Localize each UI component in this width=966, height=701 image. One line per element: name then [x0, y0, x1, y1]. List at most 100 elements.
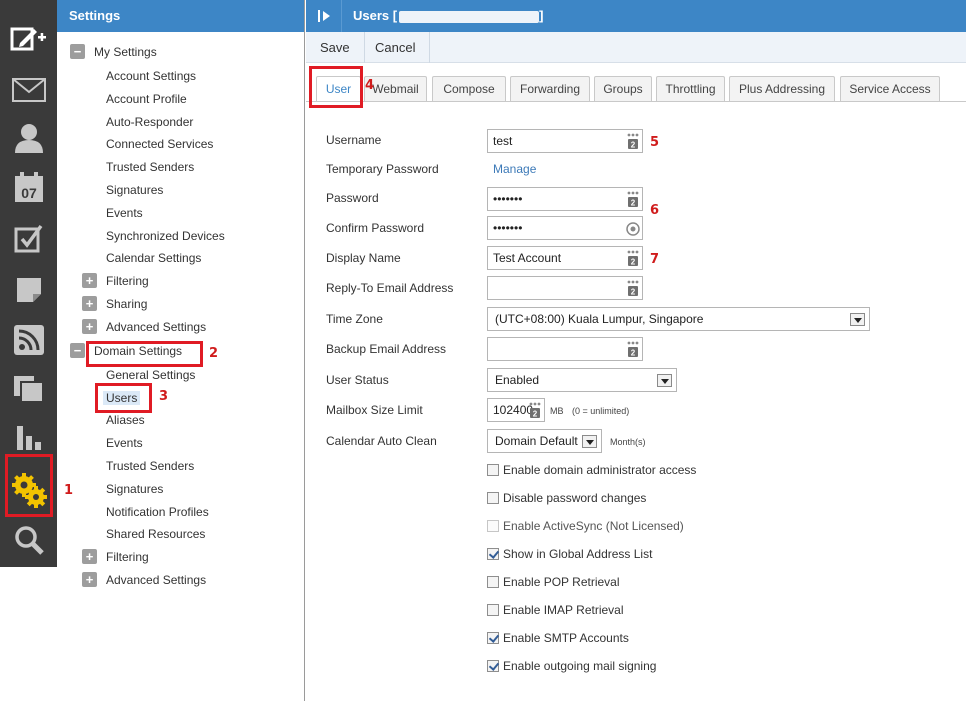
tree-node-my-settings[interactable]: − My Settings — [70, 42, 157, 62]
user-status-label: User Status — [326, 373, 389, 387]
checkbox-unchecked[interactable] — [487, 492, 499, 504]
checkbox-unchecked[interactable] — [487, 576, 499, 588]
collapse-panel-button[interactable] — [306, 0, 342, 32]
calendar-auto-clean-select[interactable]: Domain Default — [487, 429, 602, 453]
annotation-box-1 — [5, 454, 53, 517]
time-zone-label: Time Zone — [326, 312, 383, 326]
tree-item-auto-responder[interactable]: Auto-Responder — [106, 112, 193, 132]
time-zone-select[interactable]: (UTC+08:00) Kuala Lumpur, Singapore — [487, 307, 870, 331]
contacts-icon[interactable] — [0, 113, 57, 163]
tab-throttling[interactable]: Throttling — [656, 76, 725, 101]
tree-item-trusted-senders[interactable]: Trusted Senders — [106, 157, 194, 177]
tree-item-account-profile[interactable]: Account Profile — [106, 89, 187, 109]
tasks-icon[interactable] — [0, 213, 57, 263]
expand-plus-icon[interactable]: + — [82, 549, 97, 564]
expand-plus-icon[interactable]: + — [82, 296, 97, 311]
files-icon[interactable] — [0, 364, 57, 414]
tree-item-notification-profiles[interactable]: Notification Profiles — [106, 502, 209, 522]
mailbox-size-field[interactable]: 102400 2 — [487, 398, 545, 422]
username-field[interactable]: test 2 — [487, 129, 643, 153]
svg-text:2: 2 — [631, 141, 636, 150]
tree-item-account-settings[interactable]: Account Settings — [106, 66, 196, 86]
backup-email-field[interactable]: 2 — [487, 337, 643, 361]
collapse-minus-icon[interactable]: − — [70, 343, 85, 358]
confirm-password-label: Confirm Password — [326, 221, 425, 235]
tree-item-signatures[interactable]: Signatures — [106, 479, 163, 499]
tree-item-aliases[interactable]: Aliases — [106, 410, 145, 430]
tree-item-calendar-settings[interactable]: Calendar Settings — [106, 248, 201, 268]
user-status-select[interactable]: Enabled — [487, 368, 677, 392]
temp-password-label: Temporary Password — [326, 162, 439, 176]
tree-item-shared-resources[interactable]: Shared Resources — [106, 524, 205, 544]
mail-icon[interactable] — [0, 65, 57, 115]
rail-empty-area — [0, 567, 57, 701]
annotation-number-5: 5 — [650, 135, 660, 150]
confirm-password-field[interactable]: ••••••• — [487, 216, 643, 240]
svg-text:2: 2 — [631, 349, 636, 358]
display-name-label: Display Name — [326, 251, 401, 265]
tab-compose[interactable]: Compose — [432, 76, 506, 101]
field-key-icon: 2 — [627, 280, 639, 297]
notes-icon[interactable] — [0, 265, 57, 315]
tab-plus-addressing[interactable]: Plus Addressing — [729, 76, 835, 101]
tab-groups[interactable]: Groups — [594, 76, 652, 101]
tree-group-advanced-settings[interactable]: + Advanced Settings — [82, 570, 206, 590]
checkbox-disabled — [487, 520, 499, 532]
compose-new-icon[interactable] — [0, 14, 57, 64]
annotation-box-4 — [309, 66, 363, 108]
display-name-field[interactable]: Test Account 2 — [487, 246, 643, 270]
cancel-button[interactable]: Cancel — [361, 32, 431, 63]
checkbox-checked[interactable] — [487, 632, 499, 644]
password-field[interactable]: ••••••• 2 — [487, 187, 643, 211]
tab-forwarding[interactable]: Forwarding — [510, 76, 590, 101]
tree-group-sharing[interactable]: + Sharing — [82, 294, 147, 314]
annotation-box-3 — [95, 383, 152, 413]
tree-group-advanced-settings[interactable]: + Advanced Settings — [82, 317, 206, 337]
calendar-icon[interactable]: 07 — [0, 162, 57, 212]
mailbox-unit: MB — [550, 406, 564, 416]
tree-item-synchronized-devices[interactable]: Synchronized Devices — [106, 226, 225, 246]
annotation-number-2: 2 — [209, 346, 219, 361]
annotation-number-6: 6 — [650, 203, 660, 218]
password-status-icon — [626, 222, 640, 236]
collapse-minus-icon[interactable]: − — [70, 44, 85, 59]
expand-plus-icon[interactable]: + — [82, 273, 97, 288]
chevron-down-icon — [582, 435, 597, 448]
manage-link[interactable]: Manage — [493, 160, 536, 178]
search-icon[interactable] — [0, 515, 57, 565]
checkbox-unchecked[interactable] — [487, 604, 499, 616]
checkbox-checked[interactable] — [487, 660, 499, 672]
toolbar: Save Cancel — [306, 32, 966, 63]
reply-to-field[interactable]: 2 — [487, 276, 643, 300]
main-header: Users [] — [306, 0, 966, 32]
rss-icon[interactable] — [0, 315, 57, 365]
tree-header: Settings — [57, 0, 304, 32]
collapse-left-icon — [317, 10, 330, 22]
expand-plus-icon[interactable]: + — [82, 319, 97, 334]
field-key-icon: 2 — [529, 402, 541, 419]
field-key-icon: 2 — [627, 250, 639, 267]
reply-to-label: Reply-To Email Address — [326, 281, 454, 295]
tree-item-events[interactable]: Events — [106, 433, 143, 453]
tree-item-general-settings[interactable]: General Settings — [106, 365, 195, 385]
tree-group-filtering[interactable]: + Filtering — [82, 271, 149, 291]
tab-service-access[interactable]: Service Access — [840, 76, 940, 101]
tab-divider — [306, 101, 966, 102]
checkbox-unchecked[interactable] — [487, 464, 499, 476]
chevron-down-icon — [850, 313, 865, 326]
main-panel: Users [] Save Cancel User Webmail Compos… — [306, 0, 966, 701]
checkbox-checked[interactable] — [487, 548, 499, 560]
tree-item-trusted-senders[interactable]: Trusted Senders — [106, 456, 194, 476]
backup-email-label: Backup Email Address — [326, 342, 447, 356]
tree-group-filtering[interactable]: + Filtering — [82, 547, 149, 567]
mailbox-size-label: Mailbox Size Limit — [326, 403, 423, 417]
tree-item-events[interactable]: Events — [106, 203, 143, 223]
expand-plus-icon[interactable]: + — [82, 572, 97, 587]
field-key-icon: 2 — [627, 191, 639, 208]
save-button[interactable]: Save — [306, 32, 365, 63]
field-key-icon: 2 — [627, 341, 639, 358]
tree-item-connected-services[interactable]: Connected Services — [106, 134, 213, 154]
svg-text:2: 2 — [631, 199, 636, 208]
tree-item-signatures[interactable]: Signatures — [106, 180, 163, 200]
svg-text:2: 2 — [631, 288, 636, 297]
